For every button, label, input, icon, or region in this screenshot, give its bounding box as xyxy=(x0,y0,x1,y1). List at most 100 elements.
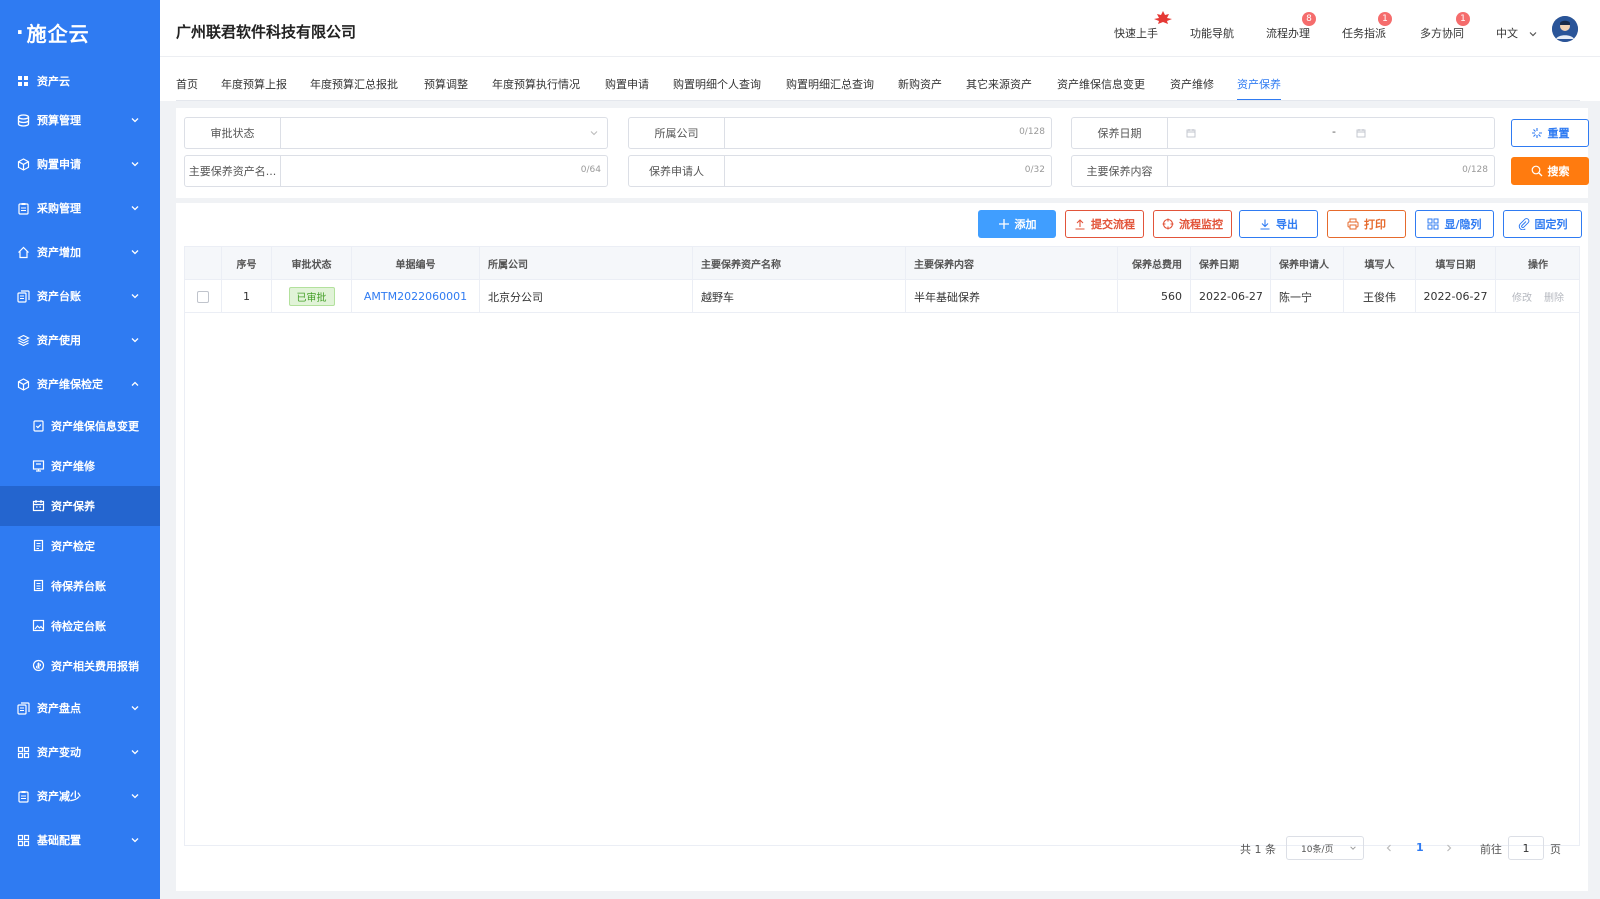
sidebar-item-procurement[interactable]: 采购管理 xyxy=(0,186,160,230)
row-asset: 越野车 xyxy=(693,280,906,313)
prev-page-icon[interactable] xyxy=(1384,843,1394,853)
table-row[interactable]: 1 已审批 AMTM2022060001 北京分公司 越野车 半年基础保养 56… xyxy=(185,280,1579,313)
delete-button[interactable]: 删除 xyxy=(1544,289,1564,304)
user-avatar-icon xyxy=(1552,16,1578,42)
sidebar-item-asset-add[interactable]: 资产增加 xyxy=(0,230,160,274)
quick-start-link[interactable]: 快速上手 xyxy=(1114,11,1172,41)
company-input[interactable]: 0/128 xyxy=(725,118,1051,148)
calendar-icon xyxy=(1356,129,1366,138)
sidebar-subitem-upkeep[interactable]: 资产保养 xyxy=(0,486,160,526)
asset-name-input[interactable]: 0/64 xyxy=(281,156,607,186)
next-page-icon[interactable] xyxy=(1444,843,1454,853)
sidebar-subitem-pending-upkeep[interactable]: 待保养台账 xyxy=(0,566,160,606)
tab-budget-execution[interactable]: 年度预算执行情况 xyxy=(492,76,580,92)
company-filter: 所属公司 0/128 xyxy=(628,117,1052,149)
export-button[interactable]: 导出 xyxy=(1239,210,1318,238)
tab-other-source[interactable]: 其它来源资产 xyxy=(966,76,1032,92)
tab-repair[interactable]: 资产维修 xyxy=(1170,76,1214,92)
monitor-process-button[interactable]: 流程监控 xyxy=(1153,210,1232,238)
collab-link[interactable]: 多方协同 1 xyxy=(1420,12,1470,41)
goto-prefix: 前往 xyxy=(1480,843,1502,856)
language-select[interactable]: 中文 xyxy=(1496,25,1538,41)
column-header: 填写日期 xyxy=(1416,247,1496,280)
sidebar-item-label: 资产云 xyxy=(37,75,70,88)
sidebar-item-maintenance[interactable]: 资产维保检定 xyxy=(0,362,160,406)
table-header-row: 序号 审批状态 单据编号 所属公司 主要保养资产名称 主要保养内容 保养总费用 … xyxy=(185,247,1579,280)
approval-status-select[interactable] xyxy=(281,118,607,148)
tab-budget-summary[interactable]: 年度预算汇总报批 xyxy=(310,76,398,92)
sidebar-subitem-pending-verify[interactable]: 待检定台账 xyxy=(0,606,160,646)
row-select-cell xyxy=(185,280,222,313)
print-button[interactable]: 打印 xyxy=(1327,210,1406,238)
sidebar-item-reduce[interactable]: 资产减少 xyxy=(0,774,160,818)
current-page[interactable]: 1 xyxy=(1416,841,1424,854)
sidebar-item-asset-cloud[interactable]: 资产云 xyxy=(0,64,160,98)
sidebar-item-label: 采购管理 xyxy=(37,202,81,215)
add-button[interactable]: 添加 xyxy=(978,210,1056,238)
task-assign-badge: 1 xyxy=(1378,12,1392,26)
chevron-down-icon xyxy=(131,250,139,255)
row-checkbox[interactable] xyxy=(197,290,209,303)
sidebar-item-label: 购置申请 xyxy=(37,158,81,171)
tab-upkeep[interactable]: 资产保养 xyxy=(1237,76,1281,92)
hot-badge-icon xyxy=(1154,11,1172,24)
sparkle-icon xyxy=(1531,128,1542,138)
feature-nav-link[interactable]: 功能导航 xyxy=(1190,25,1234,41)
fix-columns-button[interactable]: 固定列 xyxy=(1503,210,1582,238)
edit-button[interactable]: 修改 xyxy=(1512,289,1532,304)
asset-name-filter: 主要保养资产名... 0/64 xyxy=(184,155,608,187)
sidebar: · 施企云 资产云 预算管理 购置申请 采购管理 资产增加 资产台账 资产使用 xyxy=(0,0,160,899)
chevron-down-icon xyxy=(131,838,139,843)
tab-annual-budget[interactable]: 年度预算上报 xyxy=(221,76,287,92)
sidebar-item-label: 预算管理 xyxy=(37,114,81,127)
tab-purchase-summary[interactable]: 购置明细汇总查询 xyxy=(786,76,874,92)
tab-purchase-request[interactable]: 购置申请 xyxy=(605,76,649,92)
tab-home[interactable]: 首页 xyxy=(176,76,198,92)
sidebar-subitem-info-change[interactable]: 资产维保信息变更 xyxy=(0,406,160,446)
reset-button[interactable]: 重置 xyxy=(1511,119,1589,147)
chevron-down-icon xyxy=(131,750,139,755)
sidebar-item-asset-use[interactable]: 资产使用 xyxy=(0,318,160,362)
sidebar-item-inventory[interactable]: 资产盘点 xyxy=(0,686,160,730)
paperclip-icon xyxy=(1518,218,1529,230)
row-writer: 王俊伟 xyxy=(1344,280,1416,313)
column-header: 审批状态 xyxy=(272,247,352,280)
search-button[interactable]: 搜索 xyxy=(1511,157,1589,185)
sidebar-item-purchase-request[interactable]: 购置申请 xyxy=(0,142,160,186)
sidebar-subitem-repair[interactable]: 资产维修 xyxy=(0,446,160,486)
tab-maintenance-info[interactable]: 资产维保信息变更 xyxy=(1057,76,1145,92)
task-assign-link[interactable]: 任务指派 1 xyxy=(1342,12,1392,41)
feature-nav-label: 功能导航 xyxy=(1190,27,1234,40)
logo[interactable]: · 施企云 xyxy=(0,0,160,64)
chevron-up-icon xyxy=(131,381,139,386)
tab-purchase-personal[interactable]: 购置明细个人查询 xyxy=(673,76,761,92)
quick-start-label: 快速上手 xyxy=(1114,27,1158,40)
content-input[interactable]: 0/128 xyxy=(1168,156,1494,186)
sidebar-subitem-verify[interactable]: 资产检定 xyxy=(0,526,160,566)
grid-icon xyxy=(16,74,30,88)
avatar[interactable] xyxy=(1552,16,1578,42)
sidebar-subitem-expense[interactable]: 资产相关费用报销 xyxy=(0,646,160,686)
module-tabs: 首页 年度预算上报 年度预算汇总报批 预算调整 年度预算执行情况 购置申请 购置… xyxy=(160,57,1600,101)
process-link[interactable]: 流程办理 8 xyxy=(1266,12,1316,41)
logo-text: 施企云 xyxy=(26,21,90,46)
column-header: 主要保养内容 xyxy=(906,247,1118,280)
sidebar-item-budget[interactable]: 预算管理 xyxy=(0,98,160,142)
goto-page-value: 1 xyxy=(1522,841,1530,855)
date-range-input[interactable]: - xyxy=(1168,118,1494,148)
row-actions: 修改 删除 xyxy=(1496,280,1580,313)
chevron-down-icon xyxy=(1350,846,1356,850)
grid-icon xyxy=(1427,218,1439,230)
tab-new-assets[interactable]: 新购资产 xyxy=(898,76,942,92)
page-size-select[interactable]: 10条/页 xyxy=(1286,836,1364,860)
wrench-icon xyxy=(32,459,46,473)
submit-process-button[interactable]: 提交流程 xyxy=(1065,210,1144,238)
sidebar-item-asset-ledger[interactable]: 资产台账 xyxy=(0,274,160,318)
applicant-input[interactable]: 0/32 xyxy=(725,156,1051,186)
sidebar-item-change[interactable]: 资产变动 xyxy=(0,730,160,774)
sidebar-item-config[interactable]: 基础配置 xyxy=(0,818,160,862)
document-code-link[interactable]: AMTM2022060001 xyxy=(364,290,467,303)
tab-budget-adjust[interactable]: 预算调整 xyxy=(424,76,468,92)
toggle-columns-button[interactable]: 显/隐列 xyxy=(1415,210,1494,238)
goto-page-input[interactable]: 1 xyxy=(1508,836,1544,860)
